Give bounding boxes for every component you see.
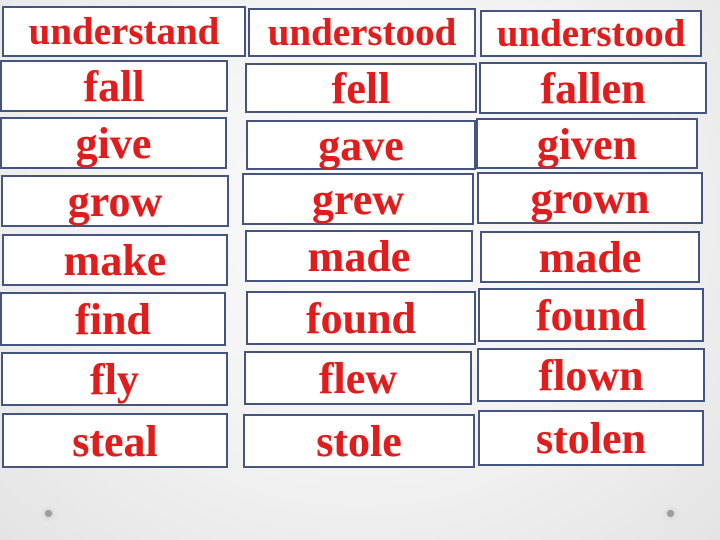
verb-participle: made [538,233,642,282]
table-cell: made [245,230,473,282]
verb-base: grow [67,177,163,226]
table-cell: grown [477,172,703,224]
verb-past: fell [331,64,391,113]
table-cell: fell [245,63,477,113]
verb-past: flew [318,354,398,403]
verb-participle: given [536,119,638,169]
verb-base: fall [83,62,145,111]
verb-base: find [75,295,151,344]
verb-participle: found [535,291,647,340]
slide-canvas: understand understood understood fall fe… [0,0,720,540]
table-cell: flown [477,348,705,402]
verb-past: grew [311,175,405,224]
bullet-dot-left [45,510,52,517]
table-cell: stole [243,414,475,468]
table-header-cell-past: understood [248,8,476,57]
table-cell: grew [242,173,474,225]
table-header-label: understood [267,11,457,54]
table-cell: give [0,117,227,169]
bullet-dot-right [667,510,674,517]
verb-past: found [305,294,417,343]
verb-participle: fallen [540,64,646,113]
table-cell: steal [2,413,228,468]
verb-participle: flown [538,351,644,400]
verb-base: steal [72,416,158,466]
table-cell: flew [244,351,472,405]
table-cell: grow [1,175,229,227]
verb-past: stole [316,417,402,466]
verb-past: made [307,232,411,281]
table-cell: made [480,231,700,283]
table-cell: given [476,118,698,169]
table-header-label: understand [28,10,220,53]
verb-base: give [75,119,152,168]
verb-base: make [63,236,167,285]
verb-participle: stolen [536,414,646,463]
table-cell: found [246,291,476,345]
verb-past: gave [318,121,404,170]
table-cell: found [478,288,704,342]
table-cell: gave [246,120,476,170]
verb-base: fly [90,355,139,404]
table-header-label: understood [496,12,686,55]
table-cell: fly [1,352,228,406]
table-header-cell-base: understand [2,6,246,57]
table-header-cell-participle: understood [480,10,702,57]
table-cell: fallen [479,62,707,114]
table-cell: find [0,292,226,346]
table-cell: stolen [478,410,704,466]
verb-participle: grown [530,174,650,223]
table-cell: fall [0,60,228,112]
table-cell: make [2,234,228,286]
